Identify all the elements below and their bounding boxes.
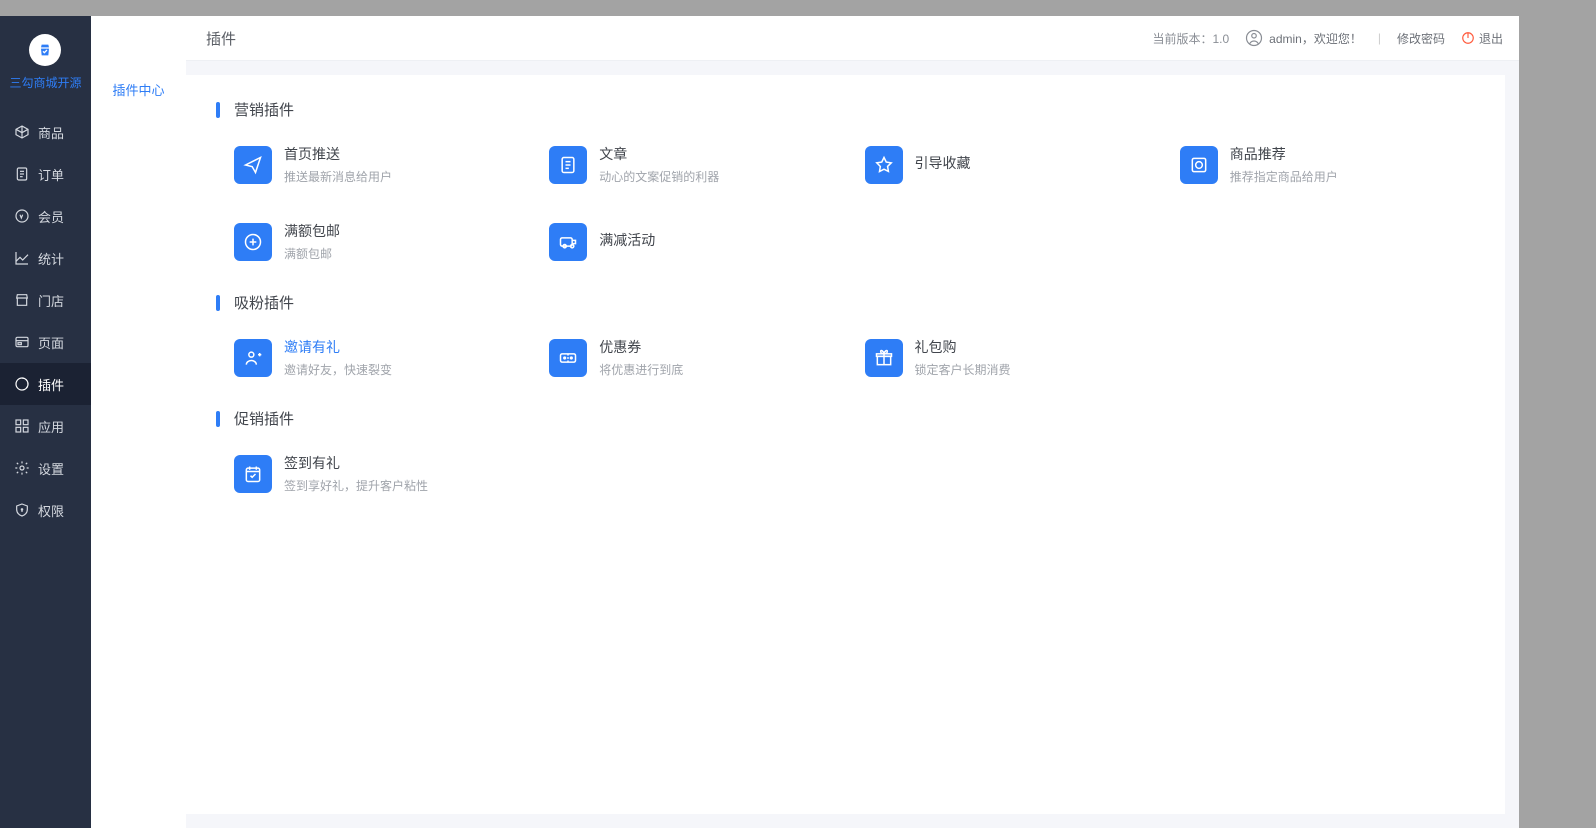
section-title: 吸粉插件: [216, 292, 1475, 313]
logo-icon: [29, 34, 61, 66]
secondary-item-plugin-center[interactable]: 插件中心: [112, 80, 164, 99]
sidebar-item-label: 订单: [38, 165, 64, 184]
plugin-title: 优惠券: [599, 337, 683, 357]
member-icon: [14, 208, 30, 224]
plugin-title: 引导收藏: [915, 153, 971, 173]
plugin-title: 满额包邮: [284, 221, 340, 241]
version-info: 当前版本：1.0: [1152, 30, 1229, 47]
app-icon: [14, 418, 30, 434]
invite-icon: [234, 339, 272, 377]
plugin-title: 满减活动: [599, 230, 655, 250]
plugin-title: 首页推送: [284, 144, 392, 164]
sidebar-item-app[interactable]: 应用: [0, 405, 91, 447]
section-title: 促销插件: [216, 408, 1475, 429]
brand-logo[interactable]: 三勾商城开源: [9, 34, 81, 91]
plugin-card-coupon[interactable]: 优惠券将优惠进行到底: [549, 337, 844, 378]
plugin-card-doc[interactable]: 文章动心的文案促销的利器: [549, 144, 844, 185]
change-password-link[interactable]: 修改密码: [1397, 30, 1445, 47]
discount-icon: [549, 223, 587, 261]
sidebar-item-settings[interactable]: 设置: [0, 447, 91, 489]
main-area: 插件 当前版本：1.0 admin，欢迎您！ | 修改密码 退出 营销插件首页推…: [186, 16, 1519, 828]
sidebar-item-product[interactable]: 商品: [0, 111, 91, 153]
sidebar-secondary: 插件中心: [91, 16, 186, 828]
sidebar-item-permission[interactable]: 权限: [0, 489, 91, 531]
plugin-title: 文章: [599, 144, 719, 164]
plugin-card-send[interactable]: 首页推送推送最新消息给用户: [234, 144, 529, 185]
plugin-desc: 推荐指定商品给用户: [1230, 168, 1338, 185]
sidebar-item-label: 门店: [38, 291, 64, 310]
plugin-card-discount[interactable]: 满减活动: [549, 221, 844, 262]
plugin-card-recommend[interactable]: 商品推荐推荐指定商品给用户: [1180, 144, 1475, 185]
right-gutter: [1519, 16, 1596, 828]
sidebar-item-stats[interactable]: 统计: [0, 237, 91, 279]
page-icon: [14, 334, 30, 350]
sidebar-item-label: 统计: [38, 249, 64, 268]
sidebar-item-page[interactable]: 页面: [0, 321, 91, 363]
sidebar-item-plugin[interactable]: 插件: [0, 363, 91, 405]
plugin-title: 邀请有礼: [284, 337, 392, 357]
sidebar-item-label: 页面: [38, 333, 64, 352]
plugin-card-invite[interactable]: 邀请有礼邀请好友，快速裂变: [234, 337, 529, 378]
sidebar-item-store[interactable]: 门店: [0, 279, 91, 321]
plugin-section: 吸粉插件邀请有礼邀请好友，快速裂变优惠券将优惠进行到底礼包购锁定客户长期消费: [216, 292, 1475, 378]
plugin-card-checkin[interactable]: 签到有礼签到享好礼，提升客户粘性: [234, 453, 529, 494]
doc-icon: [549, 146, 587, 184]
section-title: 营销插件: [216, 99, 1475, 120]
product-icon: [14, 124, 30, 140]
sidebar-item-label: 权限: [38, 501, 64, 520]
plugin-title: 签到有礼: [284, 453, 428, 473]
sidebar-item-label: 插件: [38, 375, 64, 394]
send-icon: [234, 146, 272, 184]
plugin-card-shipping[interactable]: 满额包邮满额包邮: [234, 221, 529, 262]
power-icon: [1461, 31, 1475, 45]
plugin-title: 礼包购: [915, 337, 1011, 357]
sidebar-item-member[interactable]: 会员: [0, 195, 91, 237]
plugin-section: 促销插件签到有礼签到享好礼，提升客户粘性: [216, 408, 1475, 494]
sidebar-item-label: 设置: [38, 459, 64, 478]
order-icon: [14, 166, 30, 182]
divider: |: [1378, 31, 1381, 45]
stats-icon: [14, 250, 30, 266]
user-icon: [1245, 29, 1263, 47]
sidebar-item-label: 商品: [38, 123, 64, 142]
plugin-card-gift[interactable]: 礼包购锁定客户长期消费: [865, 337, 1160, 378]
user-info[interactable]: admin，欢迎您！: [1245, 29, 1362, 47]
checkin-icon: [234, 455, 272, 493]
sidebar-item-order[interactable]: 订单: [0, 153, 91, 195]
permission-icon: [14, 502, 30, 518]
plugin-desc: 将优惠进行到底: [599, 361, 683, 378]
plugin-section: 营销插件首页推送推送最新消息给用户文章动心的文案促销的利器引导收藏商品推荐推荐指…: [216, 99, 1475, 262]
plugin-desc: 邀请好友，快速裂变: [284, 361, 392, 378]
plugin-desc: 锁定客户长期消费: [915, 361, 1011, 378]
plugin-desc: 推送最新消息给用户: [284, 168, 392, 185]
topbar: 插件 当前版本：1.0 admin，欢迎您！ | 修改密码 退出: [186, 16, 1519, 61]
settings-icon: [14, 460, 30, 476]
store-icon: [14, 292, 30, 308]
plugin-desc: 动心的文案促销的利器: [599, 168, 719, 185]
content-panel: 营销插件首页推送推送最新消息给用户文章动心的文案促销的利器引导收藏商品推荐推荐指…: [186, 75, 1505, 814]
page-title: 插件: [206, 28, 236, 49]
star-icon: [865, 146, 903, 184]
plugin-icon: [14, 376, 30, 392]
plugin-card-star[interactable]: 引导收藏: [865, 144, 1160, 185]
coupon-icon: [549, 339, 587, 377]
plugin-title: 商品推荐: [1230, 144, 1338, 164]
logout-button[interactable]: 退出: [1461, 30, 1503, 47]
shipping-icon: [234, 223, 272, 261]
brand-name: 三勾商城开源: [9, 74, 81, 91]
plugin-desc: 满额包邮: [284, 245, 340, 262]
plugin-desc: 签到享好礼，提升客户粘性: [284, 477, 428, 494]
sidebar-primary: 三勾商城开源 商品订单会员统计门店页面插件应用设置权限: [0, 16, 91, 828]
sidebar-item-label: 应用: [38, 417, 64, 436]
recommend-icon: [1180, 146, 1218, 184]
sidebar-item-label: 会员: [38, 207, 64, 226]
gift-icon: [865, 339, 903, 377]
